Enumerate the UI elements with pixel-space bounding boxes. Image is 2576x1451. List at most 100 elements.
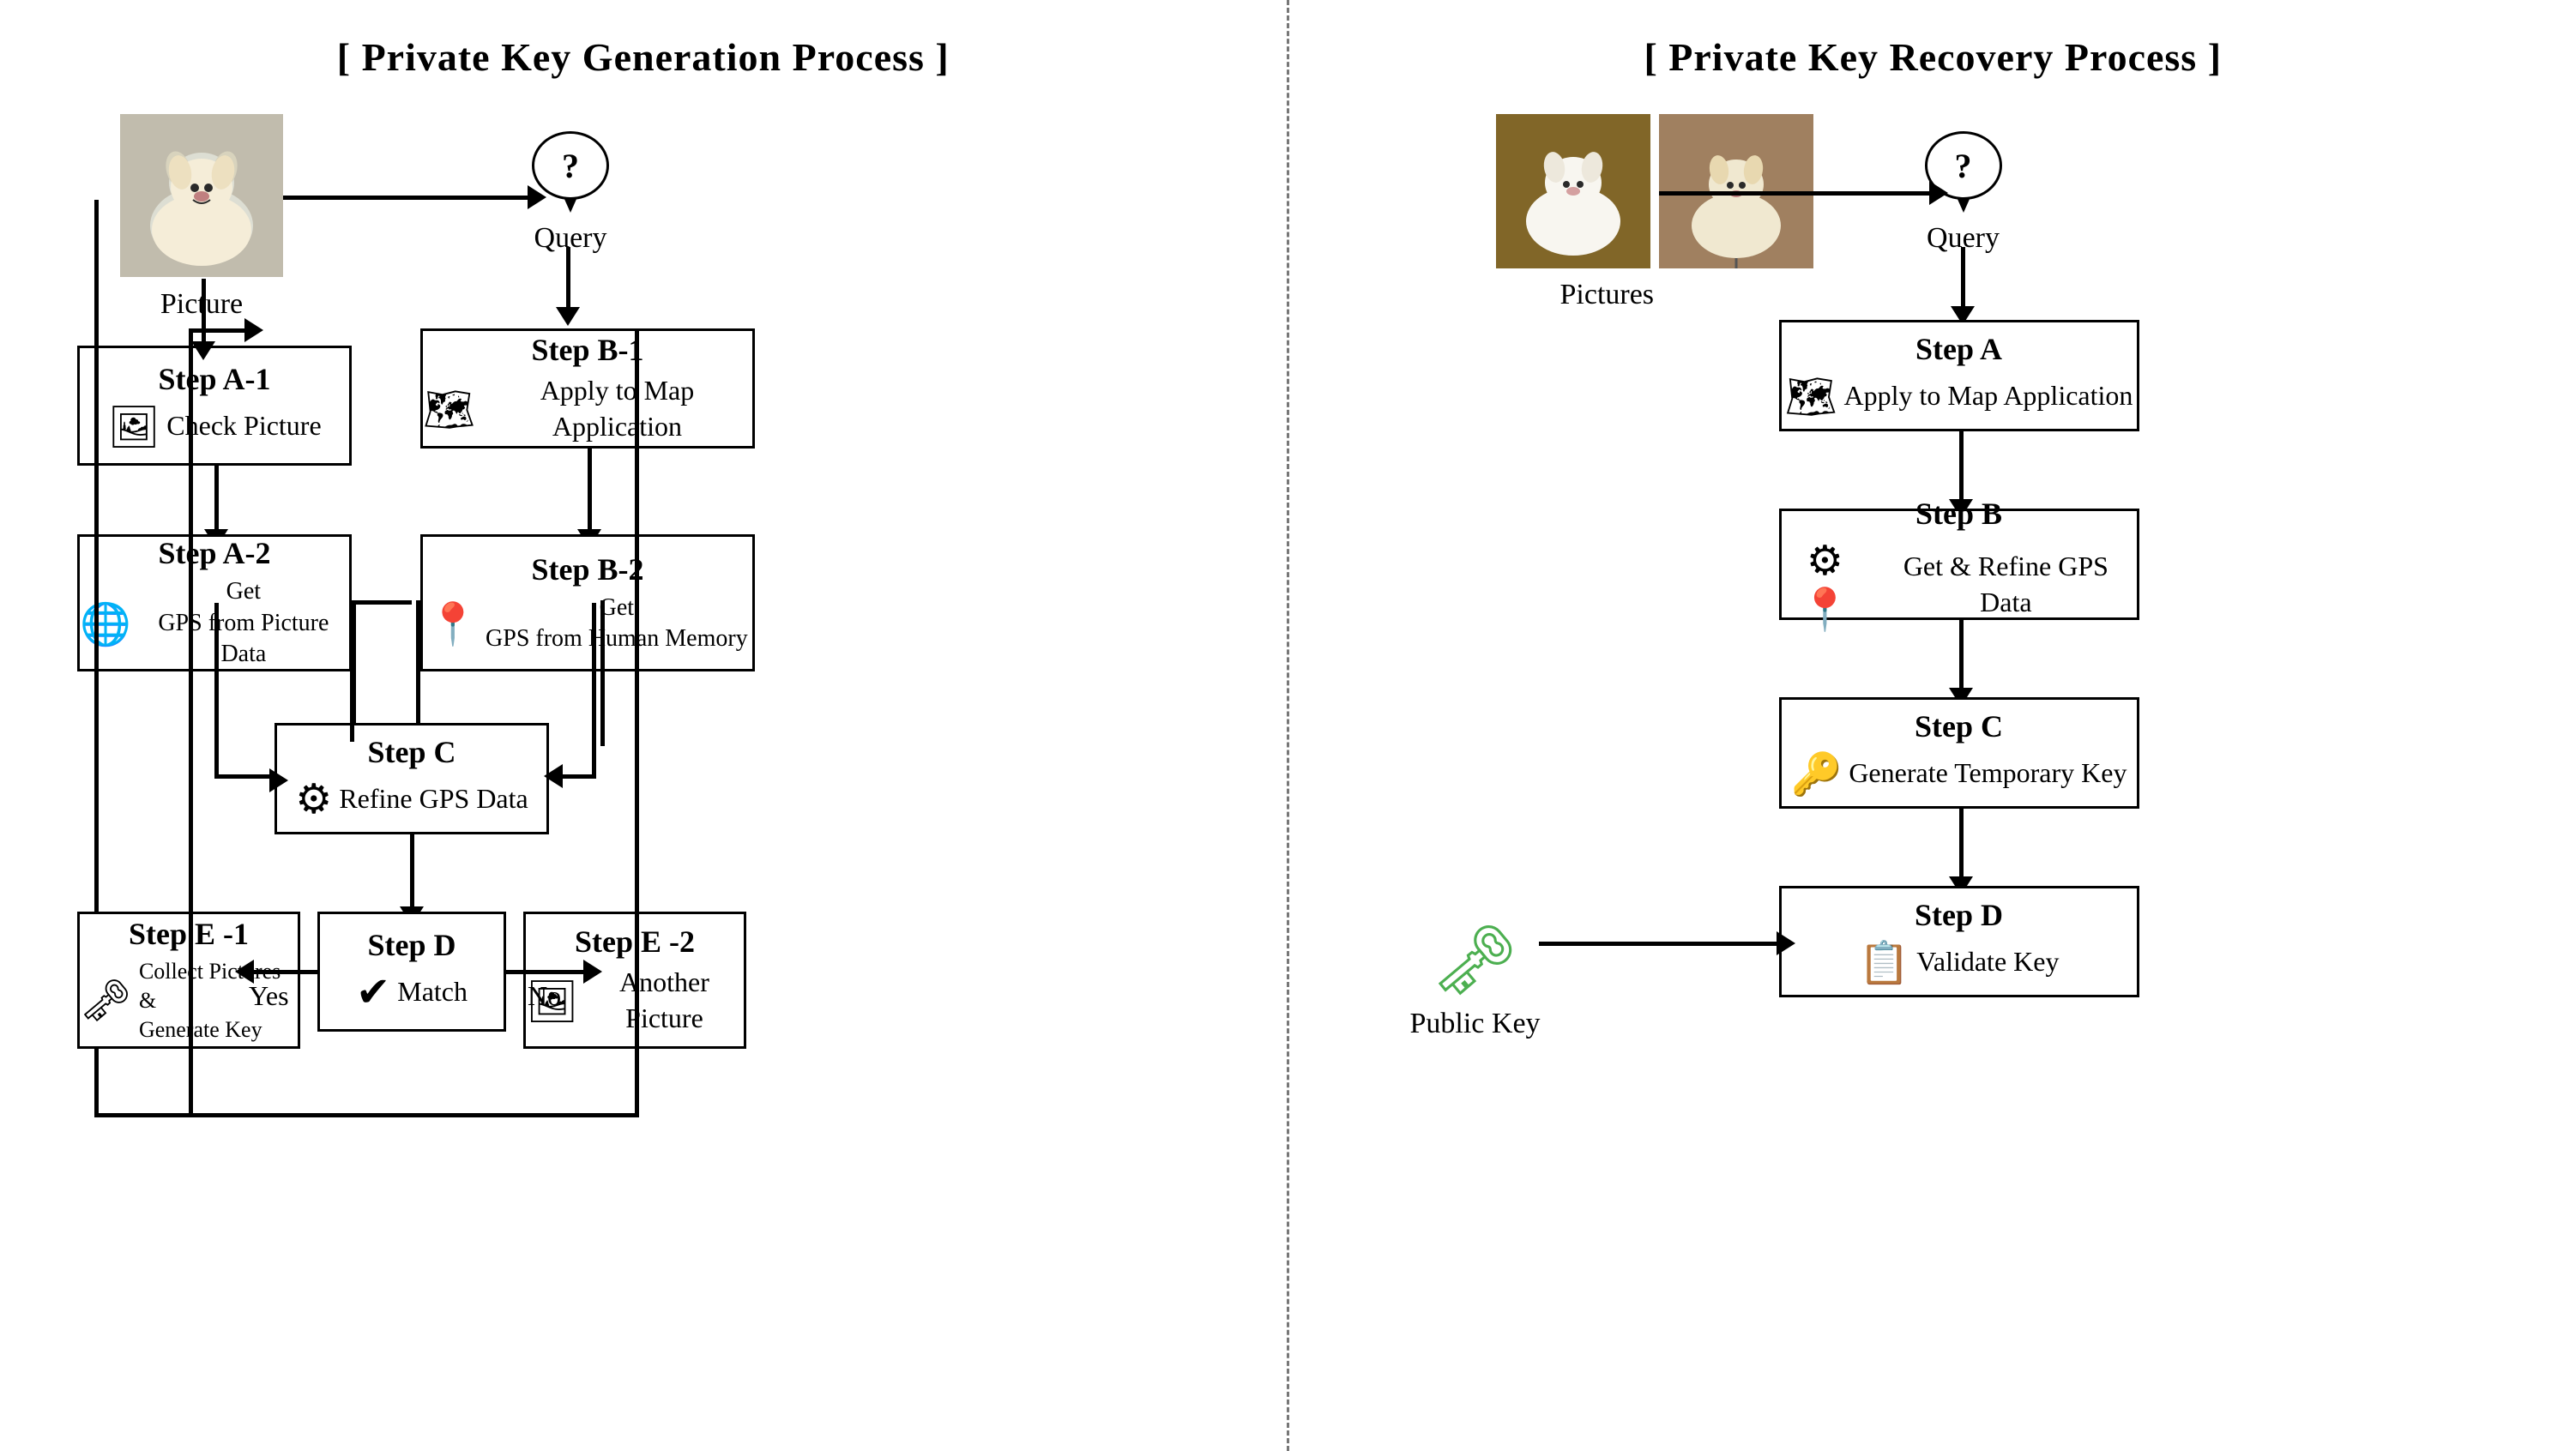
- step-b1-content: Apply to Map Application: [482, 373, 752, 444]
- conn-e1-down: [94, 1049, 99, 1117]
- conn-e1-up: [94, 200, 99, 912]
- step-a2-label: Step A-2: [158, 535, 270, 571]
- conn-feedback-left-v: [189, 328, 193, 1113]
- step-c-right-icon: 🔑: [1791, 750, 1843, 798]
- arrowhead-feedback-a1: [244, 318, 263, 342]
- arrow-a-to-b: [1959, 431, 1964, 504]
- arrow-b-to-c: [1959, 620, 1964, 693]
- query-label-left: Query: [534, 222, 607, 255]
- step-d-content: Match: [397, 974, 468, 1010]
- step-a1-box: Step A-1 🖼 Check Picture: [77, 346, 352, 466]
- step-d-right-content: Validate Key: [1916, 944, 2059, 980]
- right-panel: [ Private Key Recovery Process ]: [1290, 0, 2576, 1451]
- step-a-box: Step A 🗺 Apply to Map Application: [1779, 320, 2139, 431]
- step-b-row: ⚙📍 Get & Refine GPS Data: [1782, 537, 2137, 634]
- step-b-box: Step B ⚙📍 Get & Refine GPS Data: [1779, 509, 2139, 620]
- right-panel-title: [ Private Key Recovery Process ]: [1644, 34, 2222, 80]
- pictures-label: Pictures: [1560, 279, 1655, 311]
- step-b-label: Step B: [1915, 496, 2002, 532]
- arrowhead-into-c-right: [544, 764, 563, 788]
- step-a-row: 🗺 Apply to Map Application: [1785, 372, 2133, 421]
- step-b2-label: Step B-2: [531, 551, 643, 587]
- arrowhead-a1: [191, 341, 215, 360]
- arrowhead-to-query-right: [1929, 181, 1948, 205]
- step-d-right-icon: 📋: [1859, 938, 1910, 987]
- step-a-content: Apply to Map Application: [1844, 378, 2133, 414]
- left-panel: [ Private Key Generation Process ]: [0, 0, 1287, 1451]
- arrow-pics-to-query: [1659, 191, 1934, 196]
- step-d-row: ✔ Match: [356, 968, 468, 1016]
- conn-e1-bottom-h: [94, 1113, 197, 1117]
- step-e1-icon: 🗝: [80, 976, 132, 1025]
- step-b2-icon: 📍: [427, 599, 479, 648]
- conn-feedback-to-a1: [189, 328, 249, 333]
- conn-a2-to-c: [214, 774, 274, 779]
- arrow-query-to-b1: [566, 247, 570, 311]
- yes-label: Yes: [249, 980, 289, 1012]
- step-b2-row: 📍 GetGPS from Human Memory: [427, 593, 747, 655]
- left-panel-title: [ Private Key Generation Process ]: [337, 34, 950, 80]
- left-flow-area: Picture ? Query Step A-1 🖼 Check Picture: [51, 114, 1235, 1417]
- step-c-box: Step C ⚙ Refine GPS Data: [274, 723, 549, 834]
- public-key-icon: 🗝: [1432, 920, 1519, 1001]
- arrowhead-b1: [556, 307, 580, 326]
- query-icon-left: ?: [532, 131, 609, 200]
- right-flow-area: Pictures ? Query Step A 🗺 Apply to Map A…: [1342, 114, 2525, 1417]
- arrow-b2r-to-c-v: [600, 600, 605, 746]
- step-d-icon: ✔: [356, 968, 390, 1016]
- step-b1-row: 🗺 Apply to Map Application: [423, 373, 752, 444]
- conn-a2-right: [350, 738, 354, 742]
- step-a-icon: 🗺: [1785, 372, 1837, 421]
- query-box-left: ? Query: [532, 131, 609, 255]
- step-b2-content: GetGPS from Human Memory: [486, 593, 748, 655]
- step-c-right-row: 🔑 Generate Temporary Key: [1791, 750, 2127, 798]
- step-c-right-label: Step C: [1915, 708, 2003, 744]
- arrow-d-to-e2: [506, 970, 588, 974]
- conn-a2-down: [350, 603, 354, 742]
- step-b1-box: Step B-1 🗺 Apply to Map Application: [420, 328, 755, 449]
- arrow-c-to-d: [410, 834, 414, 912]
- arrowhead-into-c-left: [269, 768, 288, 792]
- step-a2-icon: 🌐: [80, 599, 131, 648]
- arrow-a2-to-c-h: [352, 600, 412, 605]
- arrow-c-to-d-right: [1959, 809, 1964, 882]
- step-c-row: ⚙ Refine GPS Data: [295, 775, 528, 823]
- step-a1-label: Step A-1: [158, 361, 270, 397]
- step-b2-box: Step B-2 📍 GetGPS from Human Memory: [420, 534, 755, 671]
- arrow-pubkey-to-d: [1539, 942, 1781, 946]
- step-b1-icon: 🗺: [423, 385, 475, 434]
- step-c-right-box: Step C 🔑 Generate Temporary Key: [1779, 697, 2139, 809]
- step-a-label: Step A: [1915, 331, 2002, 367]
- step-b-content: Get & Refine GPS Data: [1875, 549, 2136, 620]
- step-b1-label: Step B-1: [531, 332, 643, 368]
- step-d-label: Step D: [367, 927, 455, 963]
- conn-bottom-merge: [189, 1113, 528, 1117]
- step-d-right-box: Step D 📋 Validate Key: [1779, 886, 2139, 997]
- arrow-a1-to-a2: [214, 466, 219, 534]
- arrow-pic-to-query: [283, 196, 532, 200]
- conn-feedback-right-v: [635, 328, 639, 1113]
- arrow-pic-to-a1: [202, 279, 206, 347]
- step-a2-content: GetGPS from Picture Data: [138, 576, 349, 670]
- dummy: [600, 742, 605, 746]
- arrow-b1-to-b2: [588, 449, 592, 534]
- arrow-query-to-a: [1961, 247, 1965, 311]
- conn-a2-vert: [214, 603, 219, 777]
- step-d-right-label: Step D: [1915, 897, 2003, 933]
- conn-e2-bottom-h: [523, 1113, 639, 1117]
- conn-b2-vert: [592, 603, 596, 777]
- dog-pic-right-1: [1496, 114, 1650, 268]
- step-d-box: Step D ✔ Match: [317, 912, 506, 1032]
- step-c-icon: ⚙: [295, 775, 332, 823]
- step-d-right-row: 📋 Validate Key: [1859, 938, 2060, 987]
- step-b-icon: ⚙📍: [1782, 537, 1869, 634]
- step-c-right-content: Generate Temporary Key: [1849, 756, 2127, 792]
- arrowhead-to-e2: [583, 960, 602, 984]
- step-c-label: Step C: [367, 734, 455, 770]
- step-a1-row: 🖼 Check Picture: [107, 402, 321, 451]
- public-key-container: 🗝 Public Key: [1410, 920, 1541, 1040]
- no-label: No: [528, 980, 561, 1012]
- step-e2-content: Another Picture: [585, 965, 744, 1036]
- step-a1-icon: 🖼: [107, 402, 160, 451]
- step-c-content: Refine GPS Data: [339, 781, 528, 817]
